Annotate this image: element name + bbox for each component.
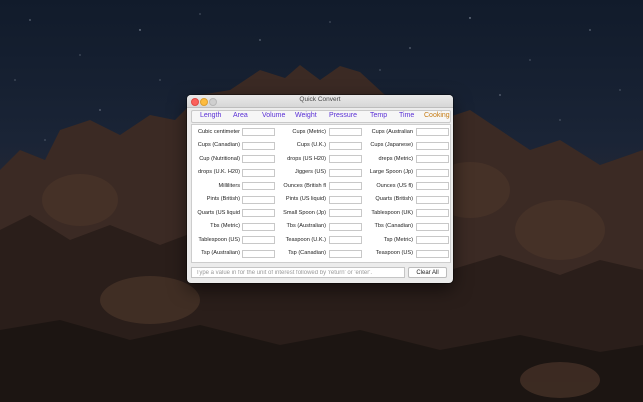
unit-value-field[interactable]: [242, 236, 275, 244]
unit-value-field[interactable]: [416, 236, 449, 244]
unit-value-field[interactable]: [416, 128, 449, 136]
unit-label: dreps (Metric): [378, 155, 414, 162]
unit-value-field[interactable]: [329, 222, 362, 231]
unit-value-field[interactable]: [329, 182, 362, 190]
clear-all-button[interactable]: Clear All: [408, 267, 447, 278]
unit-value-field[interactable]: [329, 141, 362, 150]
tab-area[interactable]: Area: [233, 112, 248, 119]
quick-convert-window: Quick Convert Length Area Volume Weight Pres…: [187, 95, 453, 283]
tab-volume[interactable]: Volume: [262, 112, 285, 119]
unit-label: Tsp (Metric): [383, 236, 413, 243]
unit-label: Tsp (Canadian): [288, 250, 326, 256]
tab-time[interactable]: Time: [399, 112, 414, 119]
tab-temp[interactable]: Temp: [370, 112, 387, 119]
unit-value-field[interactable]: [416, 155, 449, 163]
unit-value-field[interactable]: [329, 128, 362, 136]
unit-label: Cup (Nutritional): [199, 155, 240, 162]
unit-value-field[interactable]: [242, 222, 275, 231]
unit-value-field[interactable]: [329, 236, 362, 244]
unit-value-field[interactable]: [242, 182, 275, 190]
unit-label: Ounces (British fl: [283, 182, 326, 189]
unit-label: Milliliters: [218, 182, 240, 189]
unit-value-field[interactable]: [242, 141, 275, 150]
unit-value-field[interactable]: [329, 195, 362, 204]
unit-label: Large Spoon (Jp): [369, 169, 413, 175]
unit-value-field[interactable]: [416, 195, 449, 204]
tab-length[interactable]: Length: [200, 112, 221, 119]
unit-label: Ounces (US fl): [376, 182, 413, 189]
unit-label: Teaspoon (U.K.): [285, 236, 326, 243]
unit-label: Quarts (US liquid: [197, 209, 240, 216]
unit-label: Cups (Metric): [292, 128, 326, 135]
unit-label: Cups (U.K.): [296, 142, 326, 148]
unit-value-field[interactable]: [242, 195, 275, 204]
unit-label: Cups (Australian: [371, 128, 413, 135]
unit-label: Pints (British): [206, 196, 240, 202]
tab-weight[interactable]: Weight: [295, 112, 317, 119]
unit-value-field[interactable]: [329, 168, 362, 177]
unit-label: Tbs (Metric): [210, 223, 240, 229]
unit-value-field[interactable]: [416, 249, 449, 258]
unit-label: Tablespoon (UK): [371, 209, 413, 216]
unit-value-field[interactable]: [329, 155, 362, 163]
window-title: Quick Convert: [299, 96, 341, 103]
unit-label: Tsp (Australian): [201, 250, 240, 256]
value-input[interactable]: [191, 267, 405, 278]
unit-value-field[interactable]: [416, 182, 449, 190]
unit-label: Cups (Japanese): [370, 142, 413, 148]
unit-value-field[interactable]: [416, 168, 449, 177]
unit-label: Tbs (Canadian): [374, 223, 413, 229]
unit-label: Tablespoon (US): [198, 236, 240, 243]
unit-label: Jiggers (US): [294, 169, 326, 175]
unit-value-field[interactable]: [242, 209, 275, 217]
unit-label: drops (US H20): [287, 155, 326, 162]
unit-label: drops (U.K. H20): [198, 169, 240, 175]
unit-value-field[interactable]: [242, 249, 275, 258]
unit-value-field[interactable]: [242, 168, 275, 177]
unit-value-field[interactable]: [242, 155, 275, 163]
unit-grid: Cubic centimeter Cups (Metric) Cups (Austr…: [191, 124, 451, 263]
unit-label: Small Spoon (Jp): [283, 209, 326, 216]
unit-value-field[interactable]: [416, 141, 449, 150]
tab-pressure[interactable]: Pressure: [329, 112, 357, 119]
tab-cooking[interactable]: Cooking: [424, 112, 450, 119]
unit-value-field[interactable]: [416, 222, 449, 231]
unit-value-field[interactable]: [242, 128, 275, 136]
unit-label: Teaspoon (US): [375, 250, 413, 256]
unit-label: Quarts (British): [375, 196, 413, 202]
unit-value-field[interactable]: [329, 209, 362, 217]
unit-label: Pints (US liquid): [285, 196, 326, 202]
unit-value-field[interactable]: [329, 249, 362, 258]
unit-value-field[interactable]: [416, 209, 449, 217]
unit-label: Cubic centimeter: [198, 128, 240, 135]
title-bar[interactable]: Quick Convert: [187, 95, 453, 108]
category-tab-bar: Length Area Volume Weight Pressure Temp Time Co…: [191, 110, 451, 123]
unit-label: Cups (Canadian): [197, 142, 240, 148]
unit-label: Tbs (Australian): [286, 223, 326, 229]
